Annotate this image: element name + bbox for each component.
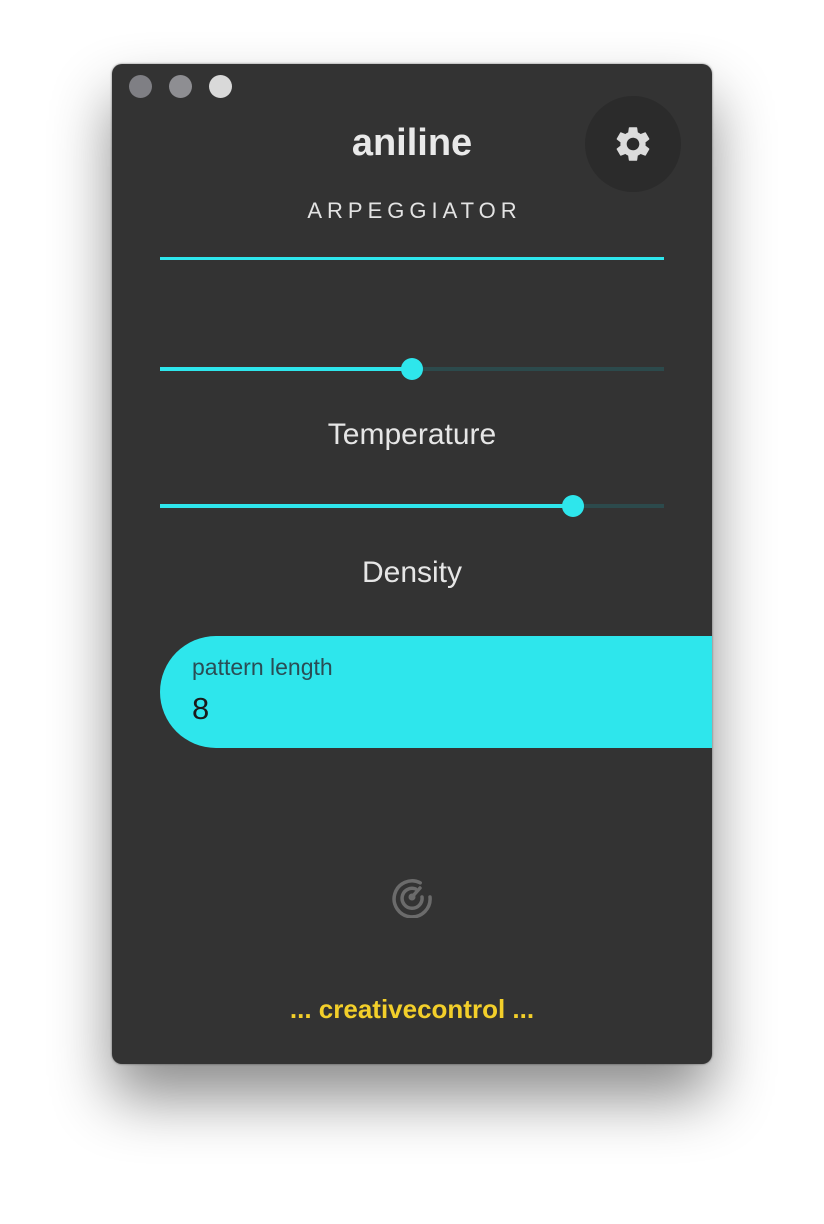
- temperature-slider[interactable]: [160, 357, 664, 381]
- minimize-window-button[interactable]: [169, 75, 192, 98]
- slider-thumb[interactable]: [562, 495, 585, 517]
- slider-thumb[interactable]: [401, 358, 423, 380]
- settings-button[interactable]: [585, 96, 681, 192]
- slider-fill: [160, 504, 574, 508]
- slider-fill: [160, 367, 412, 371]
- pattern-length-label: pattern length: [192, 654, 333, 680]
- window-controls: [129, 75, 232, 98]
- footer-credit: ... creativecontrol ...: [289, 994, 535, 1024]
- temperature-label: Temperature: [327, 418, 497, 451]
- app-window: aniline ARPEGGIATOR Temperature Density …: [112, 64, 712, 1064]
- gear-icon: [616, 127, 650, 161]
- close-window-button[interactable]: [129, 75, 152, 98]
- maximize-window-button[interactable]: [209, 75, 232, 98]
- pattern-length-value[interactable]: 8: [192, 691, 209, 727]
- radar-icon[interactable]: [391, 876, 433, 918]
- density-slider[interactable]: [160, 494, 664, 518]
- mode-tab-indicator: [160, 257, 664, 260]
- density-label: Density: [361, 556, 463, 589]
- mode-tab-label[interactable]: ARPEGGIATOR: [112, 198, 712, 224]
- pattern-length-field[interactable]: pattern length 8: [160, 636, 712, 748]
